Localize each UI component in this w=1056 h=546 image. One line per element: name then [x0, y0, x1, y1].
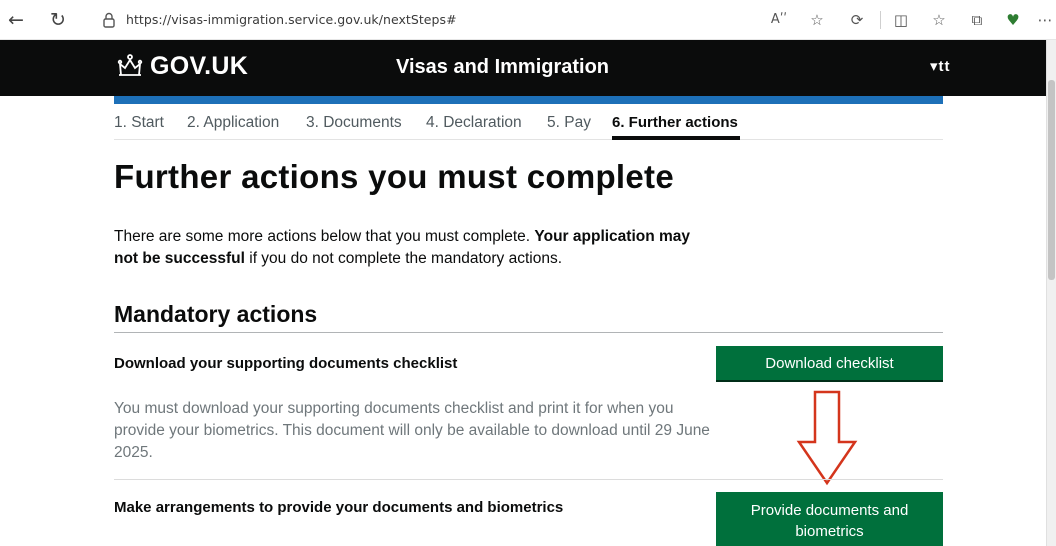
crown-logo-icon[interactable] [116, 53, 144, 79]
page-title: Further actions you must complete [114, 158, 674, 195]
row-divider [114, 479, 943, 480]
back-icon[interactable]: ← [4, 8, 28, 32]
lock-icon [103, 12, 115, 28]
step-further-actions[interactable]: 6. Further actions [612, 114, 738, 131]
govuk-logo[interactable]: GOV.UK [150, 52, 248, 81]
step-navigation: 1. Start 2. Application 3. Documents 4. … [114, 112, 943, 140]
favorite-star-icon[interactable]: ☆ [806, 9, 828, 31]
collections-icon[interactable]: ⧉ [966, 9, 988, 31]
provide-documents-button[interactable]: Provide documents and biometrics [716, 492, 943, 546]
scrollbar-thumb[interactable] [1048, 80, 1055, 280]
refresh-icon[interactable]: ↻ [46, 8, 70, 32]
service-name[interactable]: Visas and Immigration [396, 56, 609, 79]
section-divider [114, 332, 943, 333]
step-application[interactable]: 2. Application [187, 114, 279, 132]
govuk-header: GOV.UK Visas and Immigration ▾tt [0, 40, 1046, 96]
extensions-icon[interactable]: ⟳ [846, 9, 868, 31]
step-declaration[interactable]: 4. Declaration [426, 114, 522, 132]
url-text: https://visas-immigration.service.gov.uk… [126, 12, 457, 27]
active-step-indicator [612, 136, 740, 140]
browser-essentials-icon[interactable]: ♥ [1002, 9, 1024, 31]
address-bar[interactable]: https://visas-immigration.service.gov.uk… [86, 6, 866, 34]
intro-text-2: if you do not complete the mandatory act… [244, 250, 563, 267]
red-down-arrow-annotation [796, 390, 858, 486]
action-title-biometrics: Make arrangements to provide your docume… [114, 499, 564, 516]
step-start[interactable]: 1. Start [114, 114, 164, 132]
header-accent-bar [114, 96, 943, 104]
more-menu-icon[interactable]: ⋯ [1034, 9, 1056, 31]
favorites-icon[interactable]: ☆ [928, 9, 950, 31]
action-title-checklist: Download your supporting documents check… [114, 355, 458, 372]
step-documents[interactable]: 3. Documents [306, 114, 402, 132]
split-screen-icon[interactable]: ◫ [890, 9, 912, 31]
read-aloud-icon[interactable]: Aʹʹ [768, 9, 790, 31]
intro-paragraph: There are some more actions below that y… [114, 226, 714, 270]
page-scrollbar[interactable] [1046, 40, 1056, 546]
section-title: Mandatory actions [114, 301, 318, 327]
browser-toolbar: ← ↻ https://visas-immigration.service.go… [0, 0, 1056, 40]
toolbar-divider [880, 11, 881, 29]
action-description-checklist: You must download your supporting docume… [114, 400, 710, 461]
step-pay[interactable]: 5. Pay [547, 114, 591, 132]
intro-text-1: There are some more actions below that y… [114, 228, 535, 245]
language-toggle[interactable]: ▾tt [930, 57, 951, 75]
download-checklist-button[interactable]: Download checklist [716, 346, 943, 380]
